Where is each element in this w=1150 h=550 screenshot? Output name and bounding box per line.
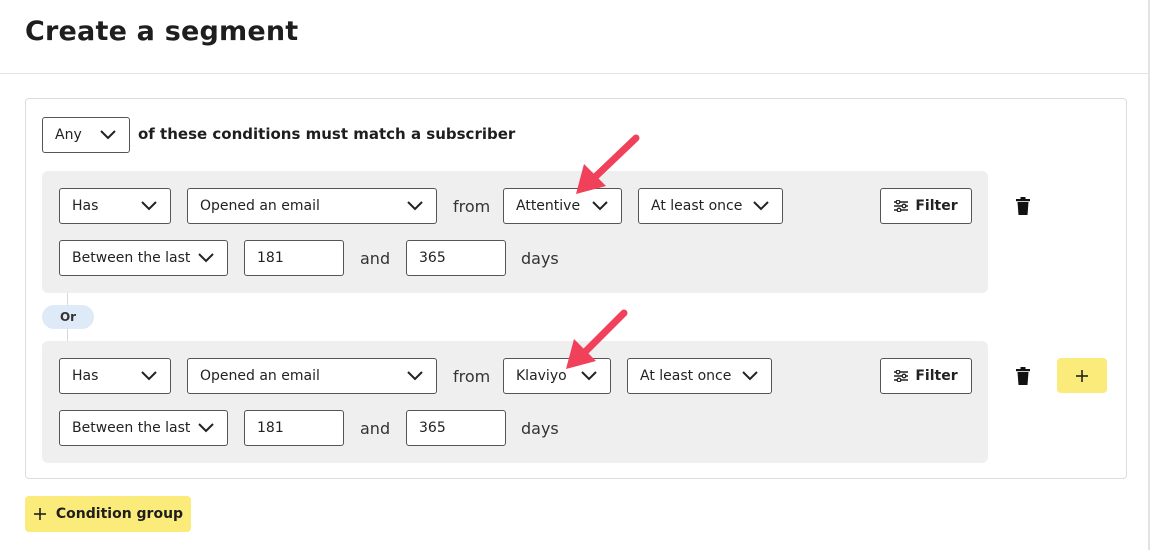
frequency-select[interactable]: At least once — [627, 358, 772, 394]
from-label: from — [453, 197, 491, 216]
filter-button[interactable]: Filter — [880, 188, 972, 224]
days-label: days — [521, 419, 559, 438]
chevron-down-icon — [407, 201, 423, 211]
range-end-input[interactable]: 365 — [406, 410, 506, 446]
chevron-down-icon — [100, 130, 116, 140]
plus-icon — [1076, 369, 1088, 382]
page-title: Create a segment — [25, 16, 299, 47]
from-label: from — [453, 367, 491, 386]
page-header: Create a segment — [0, 0, 1150, 74]
days-label: days — [521, 249, 559, 268]
filter-button[interactable]: Filter — [880, 358, 972, 394]
frequency-select[interactable]: At least once — [638, 188, 783, 224]
add-condition-button[interactable] — [1057, 358, 1107, 393]
has-value: Has — [72, 368, 99, 384]
and-label: and — [360, 249, 391, 268]
filter-button-label: Filter — [915, 368, 958, 384]
annotation-arrow-icon — [576, 134, 640, 194]
has-select[interactable]: Has — [59, 188, 171, 224]
frequency-value: At least once — [651, 198, 743, 214]
range-start-input[interactable]: 181 — [244, 240, 344, 276]
and-label: and — [360, 419, 391, 438]
chevron-down-icon — [592, 201, 608, 211]
chevron-down-icon — [742, 371, 758, 381]
match-label: of these conditions must match a subscri… — [138, 125, 516, 143]
add-condition-group-button[interactable]: Condition group — [25, 496, 191, 532]
event-value: Opened an email — [200, 198, 320, 214]
add-condition-group-label: Condition group — [55, 506, 184, 522]
chevron-down-icon — [407, 371, 423, 381]
chevron-down-icon — [198, 423, 214, 433]
filter-sliders-icon — [894, 370, 909, 382]
event-select[interactable]: Opened an email — [187, 358, 437, 394]
trash-icon[interactable] — [1016, 197, 1030, 215]
chevron-down-icon — [141, 201, 157, 211]
range-select[interactable]: Between the last — [59, 410, 228, 446]
filter-sliders-icon — [894, 200, 909, 212]
range-value: Between the last — [72, 420, 191, 436]
source-value: Attentive — [516, 198, 581, 214]
range-start-input[interactable]: 181 — [244, 410, 344, 446]
frequency-value: At least once — [640, 368, 732, 384]
has-select[interactable]: Has — [59, 358, 171, 394]
chevron-down-icon — [141, 371, 157, 381]
event-select[interactable]: Opened an email — [187, 188, 437, 224]
range-value: Between the last — [72, 250, 191, 266]
has-value: Has — [72, 198, 99, 214]
range-end-input[interactable]: 365 — [406, 240, 506, 276]
plus-icon — [33, 508, 46, 520]
match-quantifier-select[interactable]: Any — [42, 117, 130, 153]
annotation-arrow-icon — [566, 309, 628, 369]
filter-button-label: Filter — [915, 198, 958, 214]
event-value: Opened an email — [200, 368, 320, 384]
or-badge: Or — [42, 305, 94, 329]
trash-icon[interactable] — [1016, 367, 1030, 385]
range-select[interactable]: Between the last — [59, 240, 228, 276]
chevron-down-icon — [753, 201, 769, 211]
chevron-down-icon — [198, 253, 214, 263]
match-quantifier-value: Any — [55, 127, 82, 143]
